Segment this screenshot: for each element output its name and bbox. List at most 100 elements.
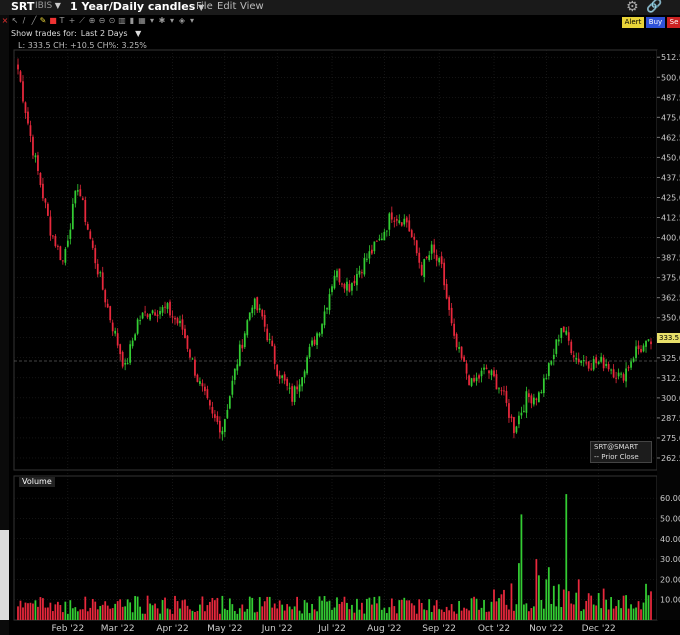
volume-bar <box>580 611 583 620</box>
volume-bar <box>124 606 127 620</box>
volume-bar <box>435 600 438 620</box>
volume-bar <box>206 605 209 620</box>
volume-bar <box>131 612 134 620</box>
candle-body <box>61 260 64 262</box>
volume-bar <box>530 608 533 620</box>
candle-body <box>370 249 373 254</box>
candle-body <box>630 361 632 368</box>
volume-bar <box>413 605 416 620</box>
candle-body <box>248 312 251 320</box>
candle-body <box>627 367 630 369</box>
candle-body <box>331 286 333 293</box>
volume-bar <box>398 600 401 620</box>
candle-body <box>580 360 583 363</box>
candle-body <box>17 64 19 70</box>
candle-body <box>166 303 169 309</box>
volume-bar <box>403 597 406 620</box>
candle-body <box>550 361 553 365</box>
candle-body <box>423 259 426 277</box>
price-tick-label: 425.0 <box>661 193 680 202</box>
volume-bar <box>518 563 520 620</box>
price-tick-label: 375.0 <box>661 274 680 283</box>
volume-bar <box>460 610 463 620</box>
candle-body <box>298 384 301 392</box>
volume-bar <box>620 608 622 620</box>
price-tick-label: 512.5 <box>661 53 680 62</box>
volume-bar <box>645 583 647 620</box>
candle-body <box>318 333 321 336</box>
candle-body <box>119 344 122 355</box>
volume-bar <box>228 598 231 620</box>
volume-bar <box>34 600 37 620</box>
volume-bar <box>650 591 652 620</box>
volume-bar <box>368 597 371 620</box>
candle-body <box>94 248 97 264</box>
candle-body <box>508 403 510 418</box>
volume-bar <box>29 602 32 620</box>
candle-body <box>121 352 124 367</box>
volume-bar <box>196 610 199 620</box>
volume-bar <box>570 603 573 620</box>
volume-bar <box>537 575 540 620</box>
candle-body <box>567 332 570 341</box>
candle-body <box>136 319 139 334</box>
volume-bar <box>615 606 617 620</box>
volume-bar <box>418 599 421 620</box>
candle-body <box>89 231 92 239</box>
candle-body <box>196 374 199 382</box>
candle-body <box>139 320 141 322</box>
volume-bar <box>311 603 313 620</box>
candle-body <box>191 358 194 360</box>
candle-body <box>159 310 161 315</box>
candle-body <box>281 375 284 378</box>
candle-body <box>276 364 279 376</box>
volume-bar <box>642 602 645 620</box>
volume-bar <box>323 596 326 620</box>
volume-bar <box>373 596 376 620</box>
price-tick-label: 275.0 <box>661 434 680 443</box>
volume-tick-label: 40.00 <box>660 535 680 544</box>
volume-bar <box>428 599 431 620</box>
candle-body <box>59 246 62 261</box>
volume-bar <box>358 609 361 620</box>
volume-bar <box>236 613 239 620</box>
candle-body <box>96 263 99 275</box>
volume-bar <box>557 584 560 620</box>
volume-bar <box>380 609 383 620</box>
candle-body <box>286 378 289 386</box>
chart-legend: SRT@SMART -- Prior Close <box>590 441 652 463</box>
volume-bar <box>261 606 264 620</box>
candle-body <box>201 383 204 387</box>
candle-body <box>54 236 57 247</box>
volume-bar <box>610 597 613 620</box>
volume-bar <box>333 607 336 620</box>
candle-body <box>453 323 456 336</box>
candle-body <box>650 341 652 345</box>
volume-bar <box>532 606 535 620</box>
volume-bar <box>346 602 348 620</box>
candle-body <box>537 392 540 403</box>
candle-body <box>445 283 448 299</box>
volume-bar <box>39 597 42 620</box>
x-tick-label: Jul '22 <box>317 624 346 634</box>
x-tick-label: Jun '22 <box>261 624 293 634</box>
candle-body <box>615 377 617 379</box>
volume-bar <box>562 589 565 620</box>
volume-bar <box>587 593 590 620</box>
candle-body <box>425 256 428 258</box>
volume-bar <box>485 611 488 620</box>
volume-bar <box>91 598 94 620</box>
candle-body <box>336 270 338 278</box>
candle-body <box>405 217 408 223</box>
volume-tick-label: 60.00 <box>660 494 680 503</box>
candle-body <box>323 311 326 326</box>
volume-bar <box>99 606 102 620</box>
candle-body <box>114 330 117 334</box>
volume-bar <box>106 605 109 620</box>
volume-bar <box>520 514 523 620</box>
volume-bar <box>296 596 299 620</box>
volume-bar <box>478 609 480 620</box>
volume-bar <box>204 611 206 620</box>
candle-body <box>500 390 503 392</box>
price-tick-label: 312.5 <box>661 374 680 383</box>
